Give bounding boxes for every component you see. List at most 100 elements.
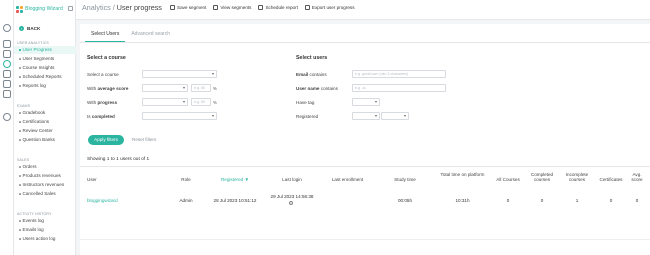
sidebar-item-cancelled-sales[interactable]: Cancelled Sales <box>14 190 76 198</box>
average-score-input[interactable]: e.g. 80 <box>191 84 211 92</box>
page-title: Analytics / User progress <box>82 3 162 12</box>
top-bar: Analytics / User progress Save segment V… <box>76 0 650 20</box>
is-completed-select[interactable]: ▾ <box>142 112 217 120</box>
save-icon <box>170 5 175 10</box>
sidebar-item-review-center[interactable]: Review Center <box>14 127 76 135</box>
segments-icon <box>213 5 219 10</box>
sidebar-item-user-segments[interactable]: User Segments <box>14 55 76 63</box>
sidebar-item-question-banks[interactable]: Question Banks <box>14 136 76 144</box>
sidebar-item-scheduled-reports[interactable]: Scheduled Reports <box>14 73 76 81</box>
username-contains-label: User name contains <box>296 86 338 91</box>
tag-select[interactable]: ▾ <box>352 98 380 106</box>
email-contains-label: Email contains <box>296 72 327 77</box>
is-completed-label: Is completed <box>87 114 115 119</box>
sidebar-item-events-log[interactable]: Events log <box>14 217 76 225</box>
col-role[interactable]: Role <box>176 177 196 182</box>
cell-all-courses: 0 <box>506 198 510 203</box>
clock-icon[interactable] <box>3 24 11 32</box>
sidebar-item-emails-log[interactable]: Emails log <box>14 226 76 234</box>
sidebar-item-certifications[interactable]: Certifications <box>14 118 76 126</box>
tab-advanced-search[interactable]: Advanced search <box>125 27 176 42</box>
course-select[interactable]: ▾ <box>142 70 217 78</box>
section-activity-history: ACTIVITY HISTORY <box>17 212 52 216</box>
sidebar-item-instructors-revenues[interactable]: Instructors revenues <box>14 181 76 189</box>
breadcrumb[interactable]: Analytics / <box>82 3 117 12</box>
mobile-icon[interactable] <box>3 90 11 98</box>
col-total-time[interactable]: Total time on platform <box>440 172 485 177</box>
analytics-icon[interactable] <box>3 60 11 68</box>
calendar-icon <box>258 5 264 10</box>
registered-label: Registered <box>296 114 319 119</box>
average-score-operator-select[interactable]: ▾ <box>142 84 188 92</box>
tabs: Select Users Advanced search <box>85 27 176 42</box>
col-avg-score[interactable]: Avg. score <box>628 172 646 182</box>
brand[interactable]: Blogging Wizard <box>16 4 76 14</box>
progress-label: With progress <box>87 100 118 105</box>
col-all-courses[interactable]: All Courses <box>492 177 524 182</box>
cell-role: Admin <box>179 198 193 203</box>
username-input[interactable]: e.g. Jo <box>352 84 446 92</box>
sidebar: Blogging Wizard ‹ BACK USER ANALYTICS Us… <box>14 0 76 255</box>
cell-incomplete-courses: 1 <box>575 198 579 203</box>
home-icon[interactable] <box>3 40 11 48</box>
progress-percent: % <box>213 100 217 105</box>
page-title-text: User progress <box>116 3 162 12</box>
sidebar-item-course-insights[interactable]: Course Insights <box>14 64 76 72</box>
user-link[interactable]: bloggingwizard <box>87 198 118 203</box>
have-tag-label: Have tag <box>296 100 315 105</box>
apply-filters-button[interactable]: Apply filters <box>88 135 124 145</box>
col-registered[interactable]: Registered ▼ <box>215 177 255 182</box>
cell-study-time: 00:05h <box>397 198 413 203</box>
row-divider <box>80 239 650 240</box>
section-sales: SALES <box>17 158 30 162</box>
back-arrow-icon: ‹ <box>19 26 24 31</box>
brand-name: Blogging Wizard <box>25 6 63 12</box>
sidebar-item-reports-log[interactable]: Reports log <box>14 82 76 90</box>
users-icon[interactable] <box>3 50 11 58</box>
col-completed-courses[interactable]: Completed courses <box>526 172 558 182</box>
cell-avg-score: 0 <box>635 198 639 203</box>
progress-input[interactable]: e.g. 80 <box>191 98 211 106</box>
col-last-login[interactable]: Last login <box>272 177 312 182</box>
cart-icon[interactable] <box>3 80 11 88</box>
email-input[interactable]: e.g. gmail.com (min 3 characters) <box>352 70 446 78</box>
back-label: BACK <box>27 26 41 31</box>
save-segment-button[interactable]: Save segment <box>170 5 206 10</box>
sidebar-item-gradebook[interactable]: Gradebook <box>14 109 76 117</box>
export-user-progress-button[interactable]: Export user progress <box>304 5 355 10</box>
results-divider <box>80 166 650 167</box>
select-course-title: Select a course <box>87 55 126 61</box>
schedule-report-button[interactable]: Schedule report <box>258 5 298 10</box>
sidebar-item-products-revenues[interactable]: Products revenues <box>14 172 76 180</box>
col-last-enrollment[interactable]: Last enrollment <box>325 177 370 182</box>
brand-logo-icon <box>16 5 23 13</box>
sidebar-item-user-progress[interactable]: User Progress <box>14 46 76 54</box>
sidebar-item-orders[interactable]: Orders <box>14 163 76 171</box>
col-incomplete-courses[interactable]: Incomplete courses <box>560 172 594 182</box>
collapse-sidebar-icon[interactable] <box>68 6 73 11</box>
settings-icon[interactable] <box>3 113 11 121</box>
cell-registered: 28 Jul 2023 10:51:12 <box>213 198 257 203</box>
results-count: Showing 1 to 1 users out of 1 <box>87 157 150 162</box>
reset-filters-button[interactable]: Reset filters <box>132 137 156 142</box>
average-score-label: With average score <box>87 86 129 91</box>
registered-date-select[interactable]: ▾ <box>381 112 409 120</box>
export-icon <box>304 5 310 10</box>
col-certificates[interactable]: Certificates <box>595 177 627 182</box>
sidebar-item-users-action-log[interactable]: Users action log <box>14 235 76 243</box>
col-study-time[interactable]: Study time <box>385 177 425 182</box>
cell-total-time: 10:31h <box>455 198 470 203</box>
section-exams: EXAMS <box>17 104 31 108</box>
progress-operator-select[interactable]: ▾ <box>142 98 188 106</box>
view-segments-button[interactable]: View segments <box>213 5 251 10</box>
tabs-divider <box>80 42 650 43</box>
back-button[interactable]: ‹ BACK <box>14 24 76 33</box>
cell-completed-courses: 0 <box>540 198 544 203</box>
tab-select-users[interactable]: Select Users <box>85 27 126 42</box>
toolbar: Save segment View segments Schedule repo… <box>170 5 355 10</box>
user-icon[interactable] <box>3 70 11 78</box>
last-login-info-icon[interactable]: i <box>289 200 293 206</box>
col-user[interactable]: User <box>87 177 97 182</box>
cell-last-login: 29 Jul 2023 14:56:38 <box>270 194 314 199</box>
registered-operator-select[interactable]: ▾ <box>352 112 380 120</box>
